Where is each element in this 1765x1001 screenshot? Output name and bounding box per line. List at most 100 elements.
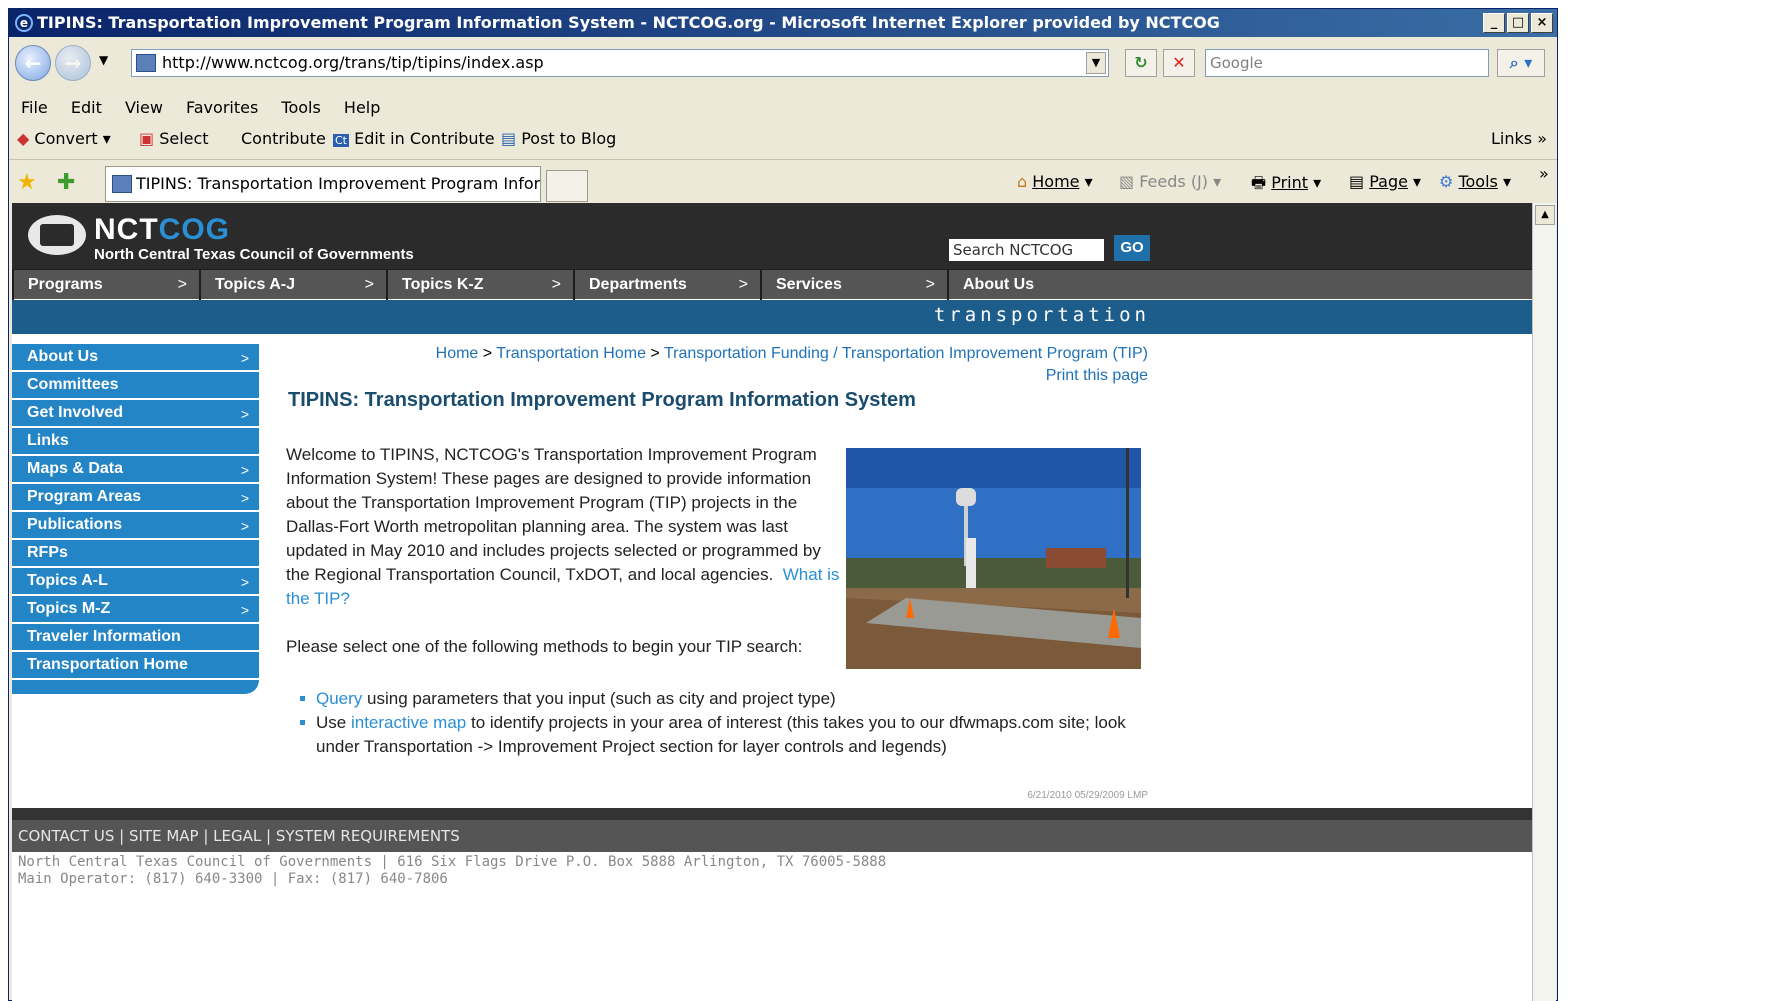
gear-icon: ⚙ (1439, 172, 1454, 191)
sidebar-item-transportation-home[interactable]: Transportation Home (12, 652, 259, 680)
site-logo-subtitle: North Central Texas Council of Governmen… (94, 246, 414, 263)
menu-edit[interactable]: Edit (71, 98, 102, 117)
back-button[interactable]: ← (15, 45, 51, 81)
sidebar-item-links[interactable]: Links (12, 428, 259, 456)
tab-tipins[interactable]: TIPINS: Transportation Improvement Progr… (105, 166, 541, 202)
search-methods-list: Query using parameters that you input (s… (300, 687, 1160, 759)
sidebar-item-traveler-information[interactable]: Traveler Information (12, 624, 259, 652)
select-button[interactable]: ▣ Select (139, 123, 209, 155)
menu-bar: File Edit View Favorites Tools Help (9, 95, 1557, 121)
sidebar-item-committees[interactable]: Committees (12, 372, 259, 400)
contribute-toolbar: ◆ Convert ▾ ▣ Select Contribute Ct Edit … (9, 123, 1557, 155)
address-url: http://www.nctcog.org/trans/tip/tipins/i… (162, 53, 544, 72)
sidebar-item-about-us[interactable]: About Us > (12, 344, 259, 372)
sidebar-item-maps-data[interactable]: Maps & Data > (12, 456, 259, 484)
breadcrumb-transportation-home-link[interactable]: Transportation Home (496, 345, 646, 362)
new-tab-button[interactable] (546, 170, 588, 202)
title-bar: e TIPINS: Transportation Improvement Pro… (9, 9, 1557, 37)
site-search-input[interactable]: Search NCTCOG (949, 239, 1104, 261)
sidebar-item-publications[interactable]: Publications > (12, 512, 259, 540)
maximize-button[interactable]: □ (1507, 13, 1529, 33)
breadcrumb-home-link[interactable]: Home (436, 345, 479, 362)
address-dropdown-icon[interactable]: ▼ (1086, 52, 1106, 74)
menu-file[interactable]: File (21, 98, 48, 117)
close-button[interactable]: × (1531, 13, 1553, 33)
home-icon: ⌂ (1017, 172, 1028, 191)
convert-button[interactable]: ◆ Convert ▾ (17, 123, 111, 155)
forward-button[interactable]: → (55, 45, 91, 81)
select-method-prompt: Please select one of the following metho… (286, 637, 803, 656)
minimize-button[interactable]: _ (1483, 13, 1505, 33)
vertical-scrollbar[interactable]: ▲ (1532, 203, 1556, 1001)
stop-button[interactable]: ✕ (1163, 49, 1195, 77)
add-favorites-icon[interactable]: ✚ (57, 170, 75, 195)
browser-window: e TIPINS: Transportation Improvement Pro… (8, 8, 1558, 1001)
intro-paragraph: Welcome to TIPINS, NCTCOG's Transportati… (286, 445, 840, 608)
topnav-services[interactable]: Services > (760, 270, 947, 300)
scroll-up-icon[interactable]: ▲ (1535, 205, 1555, 225)
convert-icon: ◆ (17, 129, 30, 148)
feeds-button[interactable]: ▧ Feeds (J) ▾ (1119, 172, 1221, 191)
footer-address-line: North Central Texas Council of Governmen… (18, 854, 887, 870)
history-dropdown-icon[interactable]: ▼ (99, 53, 108, 67)
home-button[interactable]: ⌂ Home ▾ (1017, 172, 1093, 191)
menu-favorites[interactable]: Favorites (186, 98, 258, 117)
update-stamp: 6/21/2010 05/29/2009 LMP (1027, 790, 1148, 801)
select-icon: ▣ (139, 129, 155, 148)
sidebar: About Us > Committees Get Involved > Links… (12, 344, 259, 694)
site-search-go-button[interactable]: GO (1114, 235, 1150, 261)
topnav-topics-a-j[interactable]: Topics A-J > (199, 270, 386, 300)
menu-view[interactable]: View (125, 98, 163, 117)
links-button[interactable]: Links » (1491, 123, 1547, 155)
tools-button[interactable]: ⚙ Tools ▾ (1439, 172, 1511, 191)
list-item: Use interactive map to identify projects… (300, 711, 1160, 759)
site-logo[interactable]: NCTCOG (94, 213, 230, 247)
blog-icon: ▤ (501, 129, 517, 148)
page-viewport: NCTCOG North Central Texas Council of Go… (12, 203, 1532, 1001)
ie-logo-icon: e (15, 14, 33, 32)
sidebar-item-topics-m-z[interactable]: Topics M-Z > (12, 596, 259, 624)
menu-tools[interactable]: Tools (281, 98, 320, 117)
footer-links[interactable]: CONTACT US | SITE MAP | LEGAL | SYSTEM R… (12, 820, 1532, 852)
sidebar-item-program-areas[interactable]: Program Areas > (12, 484, 259, 512)
print-button[interactable]: 🖶 Print ▾ (1251, 172, 1321, 199)
page-title: TIPINS: Transportation Improvement Progr… (288, 389, 916, 411)
tab-favicon-icon (112, 175, 132, 193)
breadcrumb-current-link[interactable]: Transportation Funding / Transportation … (664, 345, 1148, 362)
tab-bar: ★ ✚ TIPINS: Transportation Improvement P… (9, 159, 1557, 205)
topnav-topics-k-z[interactable]: Topics K-Z > (386, 270, 573, 300)
post-to-blog-button[interactable]: ▤ Post to Blog (501, 123, 616, 155)
address-toolbar: ← → ▼ http://www.nctcog.org/trans/tip/ti… (9, 39, 1557, 93)
breadcrumb: Home > Transportation Home > Transportat… (435, 345, 1148, 362)
footer-divider (12, 808, 1532, 820)
site-favicon-icon (136, 54, 156, 72)
sidebar-item-topics-a-l[interactable]: Topics A-L > (12, 568, 259, 596)
edit-in-contribute-button[interactable]: Ct Edit in Contribute (333, 123, 495, 157)
topnav-programs[interactable]: Programs > (12, 270, 199, 300)
query-link[interactable]: Query (316, 689, 362, 708)
topnav-departments[interactable]: Departments > (573, 270, 760, 300)
refresh-button[interactable]: ↻ (1125, 49, 1157, 77)
menu-help[interactable]: Help (344, 98, 380, 117)
sidebar-footer (12, 680, 259, 694)
sidebar-item-rfps[interactable]: RFPs (12, 540, 259, 568)
contribute-icon: Ct (333, 134, 349, 147)
page-icon: ▤ (1349, 172, 1365, 191)
page-button[interactable]: ▤ Page ▾ (1349, 172, 1421, 191)
favorites-star-icon[interactable]: ★ (17, 170, 37, 195)
contribute-button[interactable]: Contribute (241, 123, 326, 155)
topnav-about-us[interactable]: About Us (947, 270, 1134, 300)
search-go-button[interactable]: ⌕ ▾ (1497, 49, 1545, 77)
search-input[interactable]: Google (1205, 49, 1489, 77)
section-label: transportation (933, 304, 1150, 326)
printer-icon: 🖶 (1251, 173, 1267, 192)
road-construction-photo (846, 448, 1141, 669)
interactive-map-link[interactable]: interactive map (351, 713, 466, 732)
more-commands-icon[interactable]: » (1539, 164, 1549, 183)
address-bar[interactable]: http://www.nctcog.org/trans/tip/tipins/i… (131, 49, 1109, 77)
sidebar-item-get-involved[interactable]: Get Involved > (12, 400, 259, 428)
top-navigation: Programs > Topics A-J > Topics K-Z > Depart… (12, 269, 1532, 300)
print-page-link[interactable]: Print this page (912, 367, 1148, 385)
feeds-icon: ▧ (1119, 172, 1135, 191)
footer-phone-line: Main Operator: (817) 640-3300 | Fax: (81… (18, 871, 448, 887)
